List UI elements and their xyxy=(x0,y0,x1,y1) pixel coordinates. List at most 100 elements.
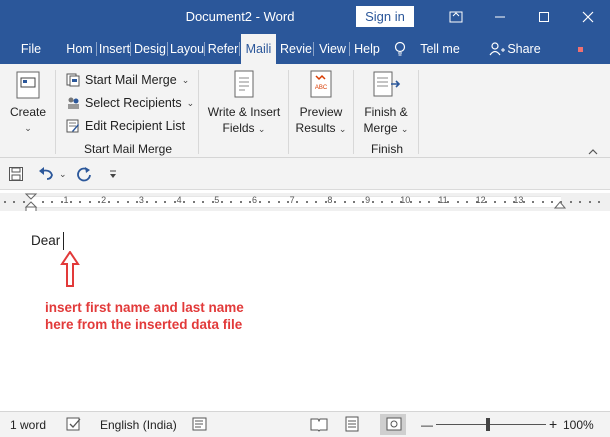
tab-layout[interactable]: Layou xyxy=(169,34,205,64)
accessibility-icon[interactable] xyxy=(192,416,208,435)
ruler-tick xyxy=(258,201,261,203)
ruler-tick xyxy=(51,201,54,203)
maximize-button[interactable] xyxy=(522,0,566,34)
start-mail-merge-button[interactable]: Start Mail Merge ⌄ xyxy=(66,70,189,90)
proofing-icon[interactable] xyxy=(66,416,82,435)
ribbon-display-options-button[interactable] xyxy=(434,0,478,34)
share-button[interactable]: Share xyxy=(506,34,542,64)
select-recipients-icon xyxy=(68,97,79,109)
select-recipients-label: Select Recipients xyxy=(85,96,182,110)
tell-me-search[interactable]: Tell me xyxy=(414,34,466,64)
ruler-number: 13 xyxy=(513,195,524,205)
ruler-tick xyxy=(88,201,91,203)
ruler-number: 2 xyxy=(101,195,107,205)
finish-merge-button[interactable]: Finish & Merge ⌄ xyxy=(357,70,415,137)
save-button[interactable] xyxy=(8,164,24,184)
ruler-tick xyxy=(503,201,506,203)
ruler-tick xyxy=(305,201,308,203)
close-button[interactable] xyxy=(566,0,610,34)
document-page[interactable]: Dear insert first name and last name her… xyxy=(0,211,610,411)
ruler-tick xyxy=(315,201,318,203)
group-label-start-mail-merge: Start Mail Merge xyxy=(84,142,173,156)
tab-help[interactable]: Help xyxy=(351,34,383,64)
tab-file[interactable]: File xyxy=(12,34,50,64)
ruler-tick xyxy=(494,201,497,203)
finish-merge-icon xyxy=(373,71,401,97)
select-recipients-button[interactable]: Select Recipients ⌄ xyxy=(66,93,194,113)
ruler-tick xyxy=(268,201,270,203)
preview-results-button[interactable]: ABC Preview Results ⌄ xyxy=(292,70,350,137)
sign-in-button[interactable]: Sign in xyxy=(356,6,414,27)
ruler-tick xyxy=(230,201,233,203)
tab-review[interactable]: Revie xyxy=(278,34,314,64)
ruler-tick xyxy=(598,201,601,203)
chevron-down-icon: ⌄ xyxy=(186,97,195,108)
ruler-tick xyxy=(41,201,44,203)
zoom-slider-track[interactable] xyxy=(436,424,546,425)
ruler-tick xyxy=(22,201,25,203)
create-button[interactable]: Create ⌄ xyxy=(6,70,50,136)
ruler-tick xyxy=(569,201,572,203)
ruler-tick xyxy=(79,201,82,203)
zoom-level[interactable]: 100% xyxy=(563,418,594,432)
save-icon xyxy=(9,167,23,181)
collapse-ribbon-icon[interactable] xyxy=(578,47,583,52)
ruler-number: 12 xyxy=(475,195,486,205)
language-indicator[interactable]: English (India) xyxy=(100,418,177,432)
zoom-in-button[interactable]: + xyxy=(549,416,557,432)
lightbulb-icon[interactable] xyxy=(394,41,406,60)
minimize-button[interactable] xyxy=(478,0,522,34)
zoom-slider-thumb[interactable] xyxy=(486,418,490,431)
zoom-out-button[interactable]: — xyxy=(421,418,433,432)
tab-insert[interactable]: Insert xyxy=(98,34,131,64)
ruler-tick xyxy=(286,201,289,203)
ruler-tick xyxy=(334,201,337,203)
tab-mailings[interactable]: Maili xyxy=(241,34,276,65)
ruler-tick xyxy=(466,201,469,203)
undo-dropdown-icon[interactable]: ⌄ xyxy=(59,169,67,180)
read-mode-icon[interactable] xyxy=(310,416,328,435)
tab-references[interactable]: Refer xyxy=(206,34,240,64)
annotation-note: insert first name and last name here fro… xyxy=(45,300,244,332)
start-mail-merge-label: Start Mail Merge xyxy=(85,73,177,87)
tab-home[interactable]: Hom xyxy=(62,34,97,64)
ruler-number: 11 xyxy=(438,195,448,205)
ruler-tick xyxy=(456,201,459,203)
ruler-tick xyxy=(418,201,421,203)
ruler-tick xyxy=(249,201,252,203)
ruler-tick xyxy=(560,201,563,203)
edit-recipient-list-button[interactable]: Edit Recipient List xyxy=(66,116,185,136)
preview-label-2: Results ⌄ xyxy=(295,121,347,135)
undo-button[interactable]: ⌄ xyxy=(38,164,67,184)
write-insert-fields-icon xyxy=(234,70,254,98)
finish-label-2: Merge ⌄ xyxy=(363,121,409,135)
write-insert-fields-button[interactable]: Write & Insert Fields ⌄ xyxy=(203,70,285,137)
tab-design[interactable]: Desig xyxy=(132,34,168,64)
group-divider xyxy=(198,70,199,154)
chevron-down-icon: ⌄ xyxy=(24,123,32,133)
print-layout-icon[interactable] xyxy=(344,416,360,435)
create-label: Create xyxy=(9,105,47,119)
ruler-number: 1 xyxy=(63,195,69,205)
redo-button[interactable] xyxy=(76,164,92,184)
tab-view[interactable]: View xyxy=(315,34,350,64)
ruler-tick xyxy=(126,201,129,203)
web-layout-icon xyxy=(386,416,402,435)
minimize-icon xyxy=(495,16,505,18)
ruler-tick xyxy=(324,201,327,203)
ruler-number: 4 xyxy=(176,195,182,205)
word-count[interactable]: 1 word xyxy=(10,418,46,432)
ruler-tick xyxy=(428,201,431,203)
share-icon[interactable] xyxy=(489,42,505,59)
ruler-tick xyxy=(296,201,299,203)
ruler-tick xyxy=(362,201,365,203)
title-bar: Document2 - Word Sign in xyxy=(0,0,610,34)
indent-marker-icon[interactable] xyxy=(24,193,38,213)
collapse-ribbon-button[interactable] xyxy=(588,144,598,158)
customize-qat-button[interactable] xyxy=(108,164,118,184)
document-text[interactable]: Dear xyxy=(31,233,60,248)
chevron-up-icon xyxy=(588,149,598,155)
ruler-tick xyxy=(579,201,582,203)
ruler-tick xyxy=(192,201,195,203)
text-cursor xyxy=(63,232,64,250)
